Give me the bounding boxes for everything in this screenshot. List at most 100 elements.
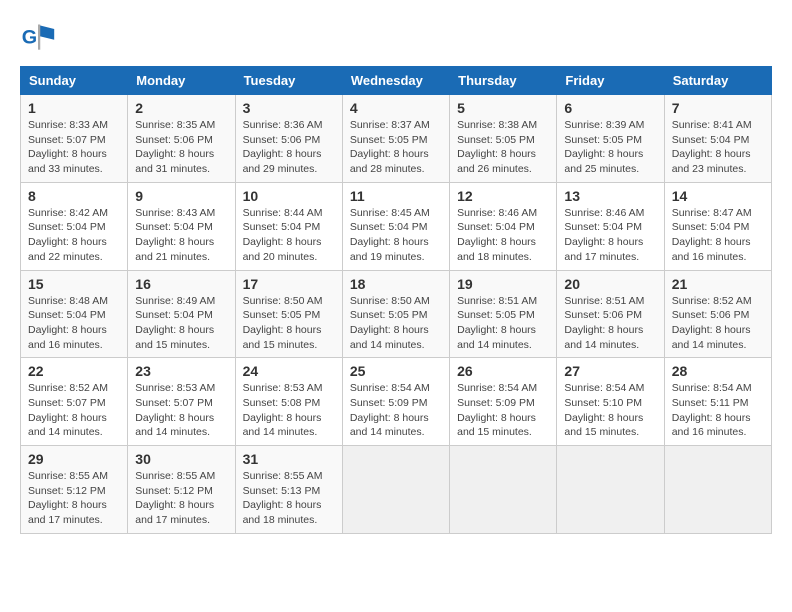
day-header-sunday: Sunday [21, 67, 128, 95]
calendar-cell [450, 446, 557, 534]
day-info: Sunrise: 8:41 AM Sunset: 5:04 PM Dayligh… [672, 118, 764, 177]
calendar-cell: 21 Sunrise: 8:52 AM Sunset: 5:06 PM Dayli… [664, 270, 771, 358]
calendar-cell: 16 Sunrise: 8:49 AM Sunset: 5:04 PM Dayli… [128, 270, 235, 358]
calendar-cell: 1 Sunrise: 8:33 AM Sunset: 5:07 PM Daylig… [21, 95, 128, 183]
calendar-cell: 18 Sunrise: 8:50 AM Sunset: 5:05 PM Dayli… [342, 270, 449, 358]
day-number: 20 [564, 276, 656, 292]
day-header-saturday: Saturday [664, 67, 771, 95]
calendar-cell: 10Sunrise: 8:44 AM Sunset: 5:04 PM Dayli… [235, 182, 342, 270]
calendar-cell: 28Sunrise: 8:54 AM Sunset: 5:11 PM Dayli… [664, 358, 771, 446]
day-number: 13 [564, 188, 656, 204]
day-info: Sunrise: 8:46 AM Sunset: 5:04 PM Dayligh… [457, 206, 549, 265]
day-number: 11 [350, 188, 442, 204]
calendar-cell: 23 Sunrise: 8:53 AM Sunset: 5:07 PM Dayli… [128, 358, 235, 446]
day-number: 29 [28, 451, 120, 467]
day-info: Sunrise: 8:50 AM Sunset: 5:05 PM Dayligh… [243, 294, 335, 353]
calendar-cell: 30 Sunrise: 8:55 AM Sunset: 5:12 PM Dayli… [128, 446, 235, 534]
day-header-wednesday: Wednesday [342, 67, 449, 95]
day-info: Sunrise: 8:53 AM Sunset: 5:08 PM Dayligh… [243, 381, 335, 440]
calendar-cell: 8Sunrise: 8:42 AM Sunset: 5:04 PM Daylig… [21, 182, 128, 270]
day-info: Sunrise: 8:54 AM Sunset: 5:09 PM Dayligh… [457, 381, 549, 440]
calendar-cell: 9 Sunrise: 8:43 AM Sunset: 5:04 PM Daylig… [128, 182, 235, 270]
calendar-cell: 15Sunrise: 8:48 AM Sunset: 5:04 PM Dayli… [21, 270, 128, 358]
calendar-cell [557, 446, 664, 534]
calendar-cell: 11Sunrise: 8:45 AM Sunset: 5:04 PM Dayli… [342, 182, 449, 270]
day-number: 5 [457, 100, 549, 116]
day-number: 18 [350, 276, 442, 292]
day-number: 27 [564, 363, 656, 379]
logo-icon: G [20, 20, 56, 56]
day-number: 8 [28, 188, 120, 204]
day-number: 10 [243, 188, 335, 204]
calendar-cell: 2 Sunrise: 8:35 AM Sunset: 5:06 PM Daylig… [128, 95, 235, 183]
calendar-cell: 5 Sunrise: 8:38 AM Sunset: 5:05 PM Daylig… [450, 95, 557, 183]
calendar-cell: 17 Sunrise: 8:50 AM Sunset: 5:05 PM Dayli… [235, 270, 342, 358]
day-info: Sunrise: 8:37 AM Sunset: 5:05 PM Dayligh… [350, 118, 442, 177]
day-number: 26 [457, 363, 549, 379]
day-number: 31 [243, 451, 335, 467]
day-number: 1 [28, 100, 120, 116]
day-number: 3 [243, 100, 335, 116]
day-header-friday: Friday [557, 67, 664, 95]
day-number: 12 [457, 188, 549, 204]
day-info: Sunrise: 8:51 AM Sunset: 5:05 PM Dayligh… [457, 294, 549, 353]
day-number: 25 [350, 363, 442, 379]
calendar-table: SundayMondayTuesdayWednesdayThursdayFrid… [20, 66, 772, 534]
calendar-cell: 26 Sunrise: 8:54 AM Sunset: 5:09 PM Dayli… [450, 358, 557, 446]
calendar-week-3: 15Sunrise: 8:48 AM Sunset: 5:04 PM Dayli… [21, 270, 772, 358]
day-number: 19 [457, 276, 549, 292]
day-header-tuesday: Tuesday [235, 67, 342, 95]
calendar-week-1: 1 Sunrise: 8:33 AM Sunset: 5:07 PM Daylig… [21, 95, 772, 183]
calendar-cell: 7 Sunrise: 8:41 AM Sunset: 5:04 PM Daylig… [664, 95, 771, 183]
day-number: 7 [672, 100, 764, 116]
day-info: Sunrise: 8:35 AM Sunset: 5:06 PM Dayligh… [135, 118, 227, 177]
day-number: 30 [135, 451, 227, 467]
calendar-cell: 24 Sunrise: 8:53 AM Sunset: 5:08 PM Dayli… [235, 358, 342, 446]
calendar-cell: 31 Sunrise: 8:55 AM Sunset: 5:13 PM Dayli… [235, 446, 342, 534]
day-number: 28 [672, 363, 764, 379]
calendar-cell: 12 Sunrise: 8:46 AM Sunset: 5:04 PM Dayli… [450, 182, 557, 270]
page-header: G [20, 20, 772, 56]
calendar-cell: 3 Sunrise: 8:36 AM Sunset: 5:06 PM Daylig… [235, 95, 342, 183]
day-number: 6 [564, 100, 656, 116]
day-info: Sunrise: 8:49 AM Sunset: 5:04 PM Dayligh… [135, 294, 227, 353]
day-number: 21 [672, 276, 764, 292]
day-number: 23 [135, 363, 227, 379]
day-header-monday: Monday [128, 67, 235, 95]
logo: G [20, 20, 62, 56]
day-info: Sunrise: 8:52 AM Sunset: 5:07 PM Dayligh… [28, 381, 120, 440]
day-info: Sunrise: 8:53 AM Sunset: 5:07 PM Dayligh… [135, 381, 227, 440]
day-info: Sunrise: 8:50 AM Sunset: 5:05 PM Dayligh… [350, 294, 442, 353]
calendar-cell: 25 Sunrise: 8:54 AM Sunset: 5:09 PM Dayli… [342, 358, 449, 446]
calendar-week-5: 29 Sunrise: 8:55 AM Sunset: 5:12 PM Dayli… [21, 446, 772, 534]
day-number: 2 [135, 100, 227, 116]
day-header-thursday: Thursday [450, 67, 557, 95]
calendar-cell: 22 Sunrise: 8:52 AM Sunset: 5:07 PM Dayli… [21, 358, 128, 446]
day-number: 4 [350, 100, 442, 116]
day-info: Sunrise: 8:55 AM Sunset: 5:12 PM Dayligh… [28, 469, 120, 528]
calendar-cell: 6 Sunrise: 8:39 AM Sunset: 5:05 PM Daylig… [557, 95, 664, 183]
day-info: Sunrise: 8:39 AM Sunset: 5:05 PM Dayligh… [564, 118, 656, 177]
day-info: Sunrise: 8:43 AM Sunset: 5:04 PM Dayligh… [135, 206, 227, 265]
day-info: Sunrise: 8:47 AM Sunset: 5:04 PM Dayligh… [672, 206, 764, 265]
calendar-header-row: SundayMondayTuesdayWednesdayThursdayFrid… [21, 67, 772, 95]
calendar-cell [342, 446, 449, 534]
day-info: Sunrise: 8:54 AM Sunset: 5:09 PM Dayligh… [350, 381, 442, 440]
day-info: Sunrise: 8:55 AM Sunset: 5:12 PM Dayligh… [135, 469, 227, 528]
day-info: Sunrise: 8:46 AM Sunset: 5:04 PM Dayligh… [564, 206, 656, 265]
calendar-cell: 20Sunrise: 8:51 AM Sunset: 5:06 PM Dayli… [557, 270, 664, 358]
day-info: Sunrise: 8:33 AM Sunset: 5:07 PM Dayligh… [28, 118, 120, 177]
day-number: 17 [243, 276, 335, 292]
day-number: 16 [135, 276, 227, 292]
day-info: Sunrise: 8:36 AM Sunset: 5:06 PM Dayligh… [243, 118, 335, 177]
day-info: Sunrise: 8:55 AM Sunset: 5:13 PM Dayligh… [243, 469, 335, 528]
day-info: Sunrise: 8:54 AM Sunset: 5:10 PM Dayligh… [564, 381, 656, 440]
day-number: 9 [135, 188, 227, 204]
day-info: Sunrise: 8:38 AM Sunset: 5:05 PM Dayligh… [457, 118, 549, 177]
day-info: Sunrise: 8:52 AM Sunset: 5:06 PM Dayligh… [672, 294, 764, 353]
day-number: 22 [28, 363, 120, 379]
calendar-cell: 4 Sunrise: 8:37 AM Sunset: 5:05 PM Daylig… [342, 95, 449, 183]
day-number: 24 [243, 363, 335, 379]
svg-text:G: G [22, 26, 37, 48]
calendar-week-4: 22 Sunrise: 8:52 AM Sunset: 5:07 PM Dayli… [21, 358, 772, 446]
